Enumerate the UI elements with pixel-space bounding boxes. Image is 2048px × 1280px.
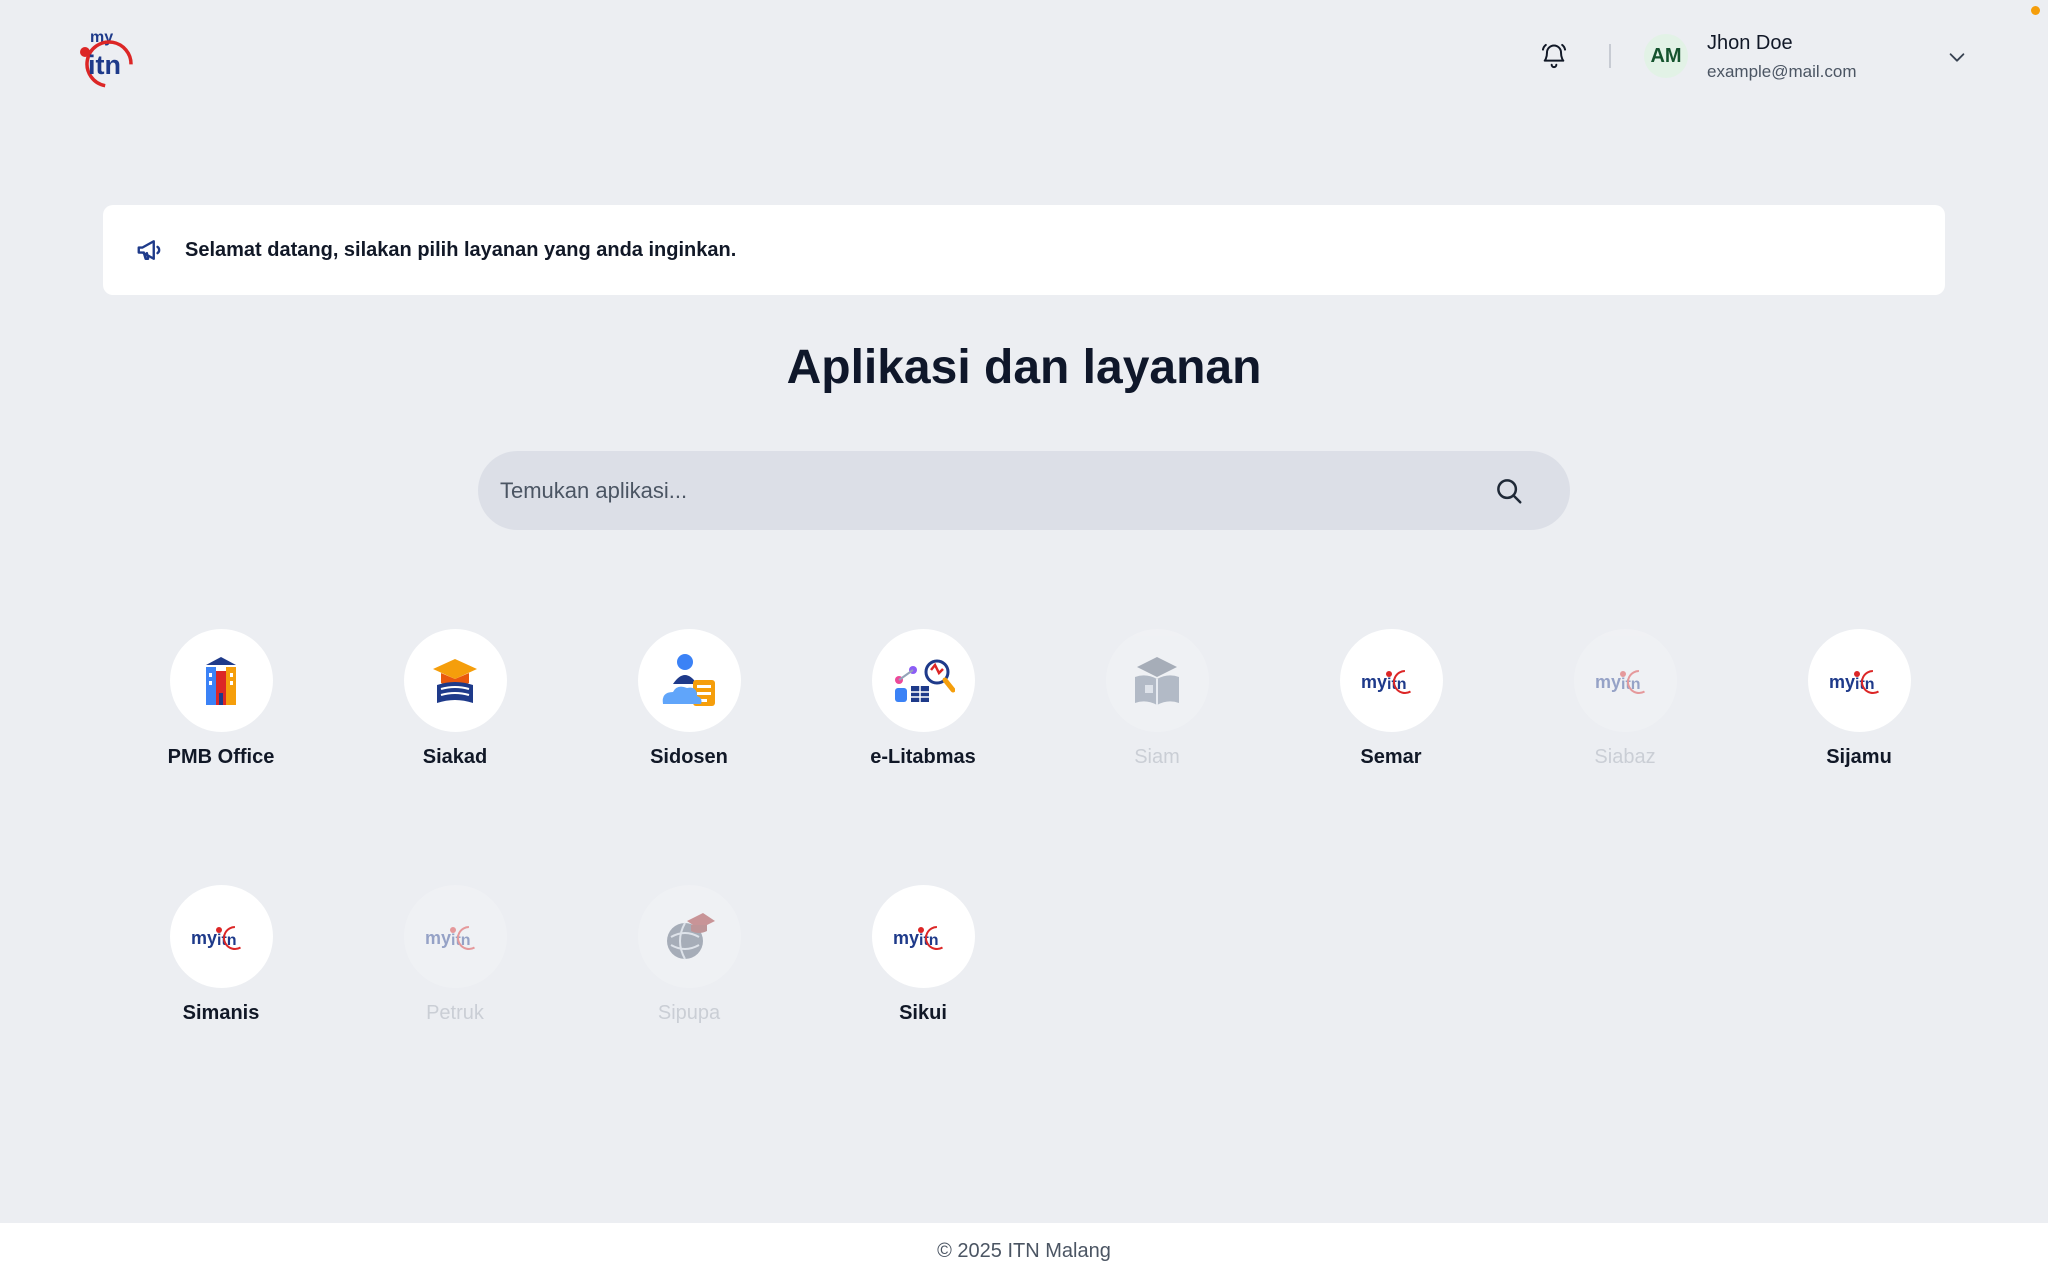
app-sikui[interactable]: my itn Sikui: [806, 885, 1040, 1141]
chevron-down-icon[interactable]: [1944, 44, 1970, 70]
app-pmb-office[interactable]: PMB Office: [104, 629, 338, 885]
app-icon-circle: [637, 629, 741, 732]
search-bar: [478, 451, 1570, 530]
myitn-logo[interactable]: my itn: [76, 22, 140, 88]
app-icon-circle: my itn: [1573, 629, 1677, 732]
svg-text:my: my: [191, 928, 217, 948]
app-grid: PMB Office Siakad Sidosen e-Litabmas Sia…: [104, 629, 1976, 1141]
myitn-logo-icon: my itn: [893, 925, 949, 950]
svg-text:my: my: [425, 928, 451, 948]
app-siam: Siam: [1040, 629, 1274, 885]
globe-cap-icon: [667, 912, 715, 959]
avatar[interactable]: AM: [1644, 34, 1688, 78]
status-dot: [2031, 6, 2040, 15]
app-sijamu[interactable]: my itn Sijamu: [1742, 629, 1976, 885]
app-icon-circle: [1105, 629, 1209, 732]
footer-copyright: © 2025 ITN Malang: [937, 1240, 1111, 1262]
announcement-text: Selamat datang, silakan pilih layanan ya…: [185, 239, 737, 261]
app-semar[interactable]: my itn Semar: [1274, 629, 1508, 885]
app-icon-circle: [169, 629, 273, 732]
app-label: Siam: [1134, 746, 1180, 768]
app-label: PMB Office: [167, 746, 275, 768]
app-simanis[interactable]: my itn Simanis: [104, 885, 338, 1141]
building-icon: [206, 656, 236, 705]
app-icon-circle: my itn: [871, 885, 975, 988]
svg-text:my: my: [1595, 672, 1621, 692]
app-label: Semar: [1360, 746, 1422, 768]
svg-text:itn: itn: [88, 50, 121, 80]
app-icon-circle: [637, 885, 741, 988]
svg-text:my: my: [1361, 672, 1387, 692]
app-e-litabmas[interactable]: e-Litabmas: [806, 629, 1040, 885]
app-icon-circle: my itn: [169, 885, 273, 988]
app-icon-circle: [871, 629, 975, 732]
app-icon-circle: my itn: [1339, 629, 1443, 732]
top-header: my itn AM Jhon Doe example@mail.com: [0, 0, 2048, 115]
app-label: Petruk: [426, 1002, 484, 1024]
user-email: example@mail.com: [1707, 62, 1857, 81]
myitn-logo-icon: my itn: [1595, 669, 1651, 694]
search-input[interactable]: [500, 451, 1480, 530]
app-label: Simanis: [182, 1002, 260, 1024]
svg-text:my: my: [893, 928, 919, 948]
search-icon[interactable]: [1494, 476, 1524, 506]
app-icon-circle: my itn: [1807, 629, 1911, 732]
app-label: Sipupa: [657, 1002, 721, 1024]
app-label: Siabaz: [1594, 746, 1656, 768]
app-sipupa: Sipupa: [572, 885, 806, 1141]
app-label: Sijamu: [1826, 746, 1892, 768]
svg-text:my: my: [1829, 672, 1855, 692]
footer: © 2025 ITN Malang: [0, 1223, 2048, 1280]
app-label: Sidosen: [650, 746, 728, 768]
myitn-logo-icon: my itn: [191, 925, 247, 950]
app-siabaz: my itn Siabaz: [1508, 629, 1742, 885]
app-siakad[interactable]: Siakad: [338, 629, 572, 885]
page-title: Aplikasi dan layanan: [786, 341, 1262, 394]
app-sidosen[interactable]: Sidosen: [572, 629, 806, 885]
research-data-icon: [895, 659, 955, 702]
open-book-cap-icon: [1135, 656, 1179, 705]
app-petruk: my itn Petruk: [338, 885, 572, 1141]
announcement-banner: Selamat datang, silakan pilih layanan ya…: [103, 205, 1945, 295]
megaphone-icon: [135, 235, 165, 265]
myitn-logo-icon: my itn: [425, 925, 481, 950]
app-label: Sikui: [899, 1002, 947, 1024]
app-label: Siakad: [422, 746, 488, 768]
app-icon-circle: my itn: [403, 885, 507, 988]
lecturer-cloud-icon: [662, 653, 715, 706]
myitn-logo-icon: my itn: [1829, 669, 1885, 694]
user-name: Jhon Doe: [1707, 32, 1793, 54]
app-label: e-Litabmas: [870, 746, 976, 768]
header-divider: [1609, 44, 1611, 68]
app-icon-circle: [403, 629, 507, 732]
graduation-books-icon: [433, 658, 477, 703]
bell-icon[interactable]: [1536, 38, 1572, 74]
myitn-logo-icon: my itn: [1361, 669, 1417, 694]
